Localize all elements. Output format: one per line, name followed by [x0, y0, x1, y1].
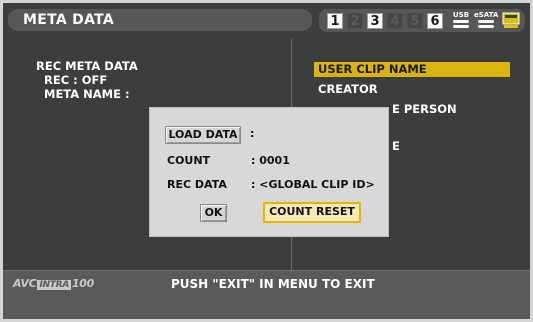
media-status-panel: 1 2 3 4 5 6 USB eSATA [319, 9, 525, 32]
count-label: COUNT [167, 154, 211, 167]
count-reset-button[interactable]: COUNT RESET [263, 202, 361, 223]
rec-data-value: : <GLOBAL CLIP ID> [251, 178, 375, 191]
slot-3-indicator: 3 [367, 13, 383, 29]
menu-item-partial-e[interactable]: E [388, 139, 400, 154]
status-bar: AVC INTRA 100 PUSH "EXIT" IN MENU TO EXIT [3, 271, 530, 319]
title-bar: META DATA [8, 9, 312, 31]
rec-data-label: REC DATA [167, 178, 227, 191]
avc-intra-logo: AVC INTRA 100 [13, 277, 94, 290]
ok-button[interactable]: OK [200, 204, 227, 222]
screen-frame: META DATA 1 2 3 4 5 6 USB eSATA REC META… [3, 3, 530, 319]
esata-drive-icon: eSATA [474, 11, 498, 31]
slot-4-indicator: 4 [387, 13, 403, 29]
rec-meta-data-heading: REC META DATA [36, 59, 138, 73]
usb-drive-icon: USB [449, 11, 473, 31]
menu-item-creator[interactable]: CREATOR [314, 82, 378, 97]
slot-5-indicator: 5 [407, 13, 423, 29]
load-data-dialog: LOAD DATA : COUNT : 0001 REC DATA : <GLO… [149, 107, 389, 237]
sd-card-icon [502, 12, 520, 28]
load-data-button[interactable]: LOAD DATA [165, 126, 241, 144]
esata-label: eSATA [474, 11, 499, 19]
slot-6-indicator: 6 [427, 13, 443, 29]
exit-hint: PUSH "EXIT" IN MENU TO EXIT [171, 277, 375, 291]
menu-item-user-clip-name[interactable]: USER CLIP NAME [314, 62, 510, 77]
slot-2-indicator: 2 [347, 13, 363, 29]
load-data-colon: : [250, 127, 255, 140]
slot-1-indicator: 1 [327, 13, 343, 29]
usb-label: USB [452, 11, 470, 19]
count-value: : 0001 [251, 154, 290, 167]
page-title: META DATA [23, 12, 115, 28]
rec-status-line: REC : OFF [44, 73, 108, 87]
menu-item-partial-person[interactable]: E PERSON [388, 102, 457, 117]
meta-name-line: META NAME : [44, 87, 130, 101]
